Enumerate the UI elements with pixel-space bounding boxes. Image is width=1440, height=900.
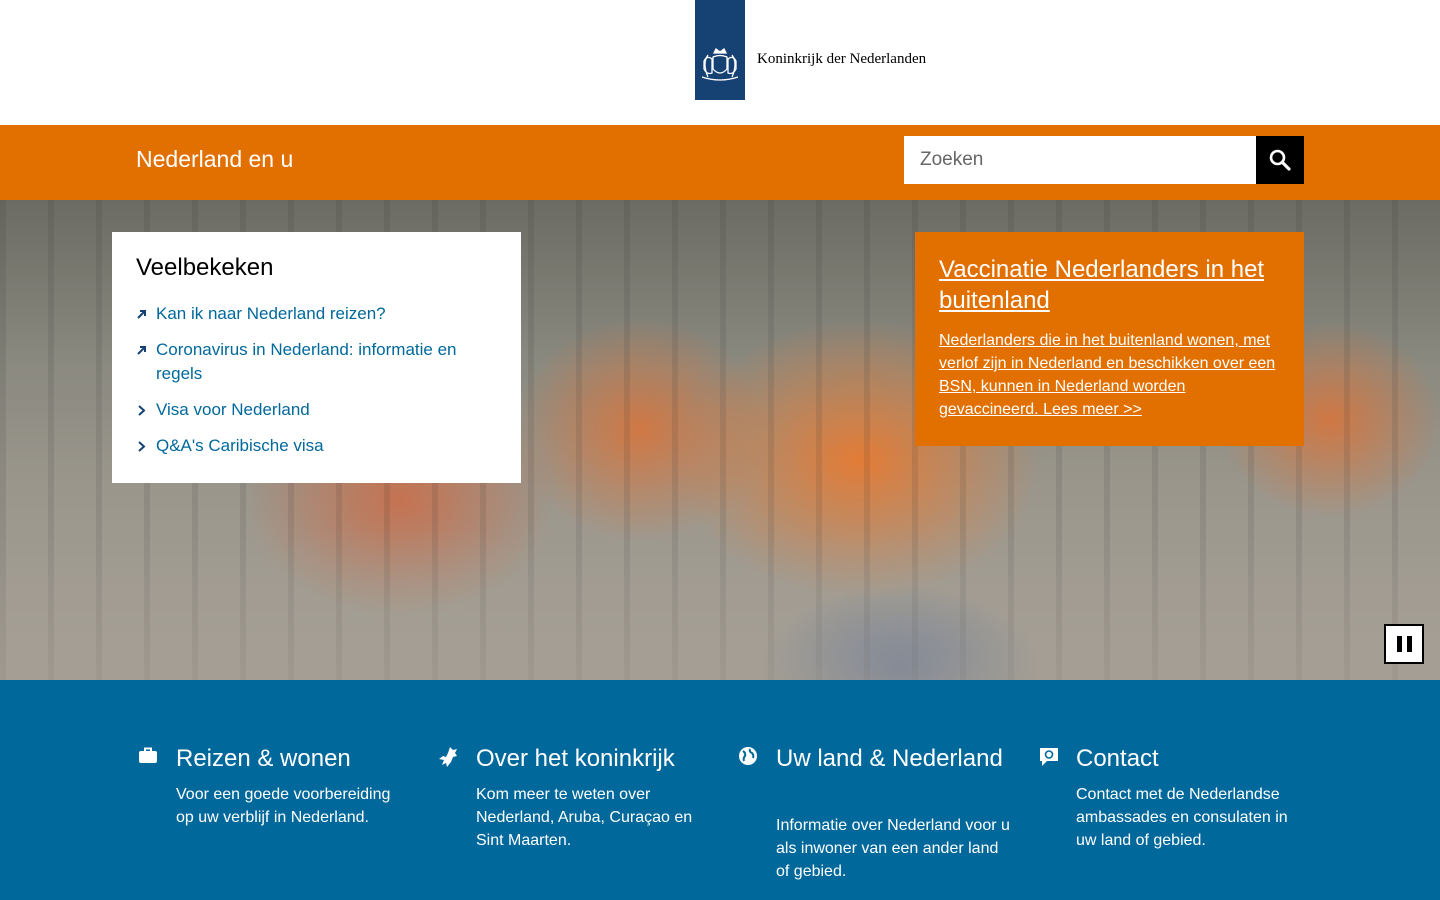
magnifier-icon — [1269, 149, 1291, 171]
promo-card: Vaccinatie Nederlanders in het buitenlan… — [915, 232, 1304, 446]
most-viewed-item-label: Visa voor Nederland — [156, 400, 310, 419]
most-viewed-item-label: Coronavirus in Nederland: informatie en … — [156, 340, 457, 383]
category-description: Voor een goede voorbereiding op uw verbl… — [176, 786, 391, 826]
pause-button[interactable] — [1384, 624, 1424, 664]
most-viewed-item-label: Kan ik naar Nederland reizen? — [156, 304, 386, 323]
category-title-link[interactable]: Over het koninkrijk — [476, 743, 716, 774]
coat-of-arms-logo[interactable] — [695, 0, 745, 100]
top-header: Koninkrijk der Nederlanden — [0, 0, 1440, 125]
logo-text: Koninkrijk der Nederlanden — [757, 51, 927, 67]
most-viewed-item[interactable]: Q&A's Caribische visa — [136, 434, 496, 458]
category-title-link[interactable]: Reizen & wonen — [176, 743, 416, 774]
category-title-link[interactable]: Uw land & Nederland — [776, 743, 1016, 774]
category-description: Contact met de Nederlandse ambassades en… — [1076, 786, 1288, 849]
search-input[interactable] — [904, 136, 1256, 184]
chevron-right-icon — [136, 434, 150, 458]
most-viewed-item[interactable]: Coronavirus in Nederland: informatie en … — [136, 338, 496, 386]
most-viewed-item[interactable]: Kan ik naar Nederland reizen? — [136, 302, 496, 326]
external-arrow-icon — [136, 302, 150, 326]
most-viewed-item-label: Q&A's Caribische visa — [156, 436, 324, 455]
site-title[interactable]: Nederland en u — [136, 146, 293, 173]
globe-icon — [738, 746, 760, 768]
lion-icon — [438, 746, 460, 768]
promo-title-link[interactable]: Vaccinatie Nederlanders in het buitenlan… — [939, 254, 1284, 316]
most-viewed-item[interactable]: Visa voor Nederland — [136, 398, 496, 422]
coat-of-arms-icon — [701, 48, 739, 81]
hero-road — [0, 530, 1440, 680]
search-form — [904, 136, 1304, 184]
suitcase-icon — [138, 746, 160, 768]
most-viewed-card: Veelbekeken Kan ik naar Nederland reizen… — [112, 232, 521, 483]
category-title-link[interactable]: Contact — [1076, 743, 1316, 774]
chevron-right-icon — [136, 398, 150, 422]
most-viewed-heading: Veelbekeken — [136, 254, 274, 281]
promo-body-link[interactable]: Nederlanders die in het buitenland wonen… — [939, 329, 1284, 421]
speech-bubble-icon — [1038, 746, 1060, 768]
category-description: Kom meer te weten over Nederland, Aruba,… — [476, 786, 693, 849]
category-description: Informatie over Nederland voor u als inw… — [776, 817, 1010, 880]
search-button[interactable] — [1256, 136, 1304, 184]
external-arrow-icon — [136, 338, 150, 362]
